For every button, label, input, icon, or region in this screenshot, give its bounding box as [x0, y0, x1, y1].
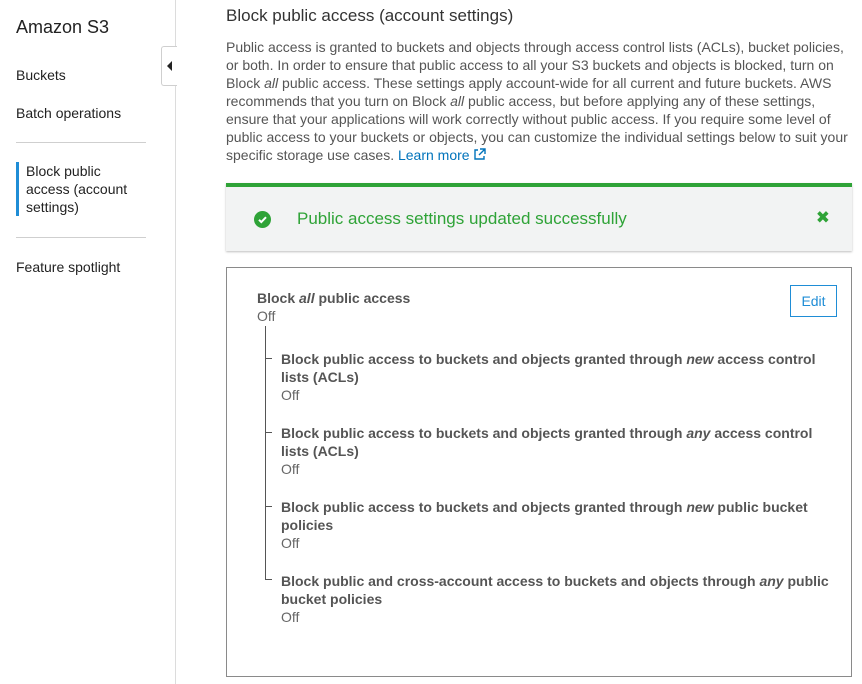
- learn-more-link[interactable]: Learn more: [398, 147, 470, 163]
- external-link-icon: [473, 148, 486, 160]
- sidebar-collapse-button[interactable]: [161, 46, 177, 86]
- edit-button[interactable]: Edit: [790, 285, 837, 317]
- setting-value: Off: [281, 387, 300, 403]
- sidebar-brand[interactable]: Amazon S3: [16, 17, 109, 38]
- sidebar-item-feature-spotlight[interactable]: Feature spotlight: [16, 259, 120, 275]
- tree-branch: [265, 358, 272, 359]
- setting-value: Off: [281, 535, 300, 551]
- tree-branch: [265, 432, 272, 433]
- setting-value: Off: [281, 461, 300, 477]
- setting-label: Block public and cross-account access to…: [281, 573, 829, 607]
- sidebar-item-buckets[interactable]: Buckets: [16, 67, 66, 83]
- setting-label: Block public access to buckets and objec…: [281, 425, 813, 459]
- success-alert: Public access settings updated successfu…: [226, 183, 852, 251]
- setting-value: Off: [281, 609, 300, 625]
- chevron-left-icon: [167, 61, 172, 71]
- tree-branch: [265, 579, 272, 580]
- setting-new-bucket-policies: Block public access to buckets and objec…: [281, 498, 841, 552]
- setting-label: Block public access to buckets and objec…: [281, 351, 816, 385]
- sidebar-divider: [16, 142, 146, 143]
- sidebar-item-batch-operations[interactable]: Batch operations: [16, 105, 121, 121]
- block-all-label: Block all public access: [257, 290, 411, 306]
- setting-any-acls: Block public access to buckets and objec…: [281, 424, 841, 478]
- setting-any-bucket-policies: Block public and cross-account access to…: [281, 572, 841, 626]
- setting-new-acls: Block public access to buckets and objec…: [281, 350, 841, 404]
- tree-branch: [265, 506, 272, 507]
- check-circle-icon: [254, 211, 271, 228]
- sidebar: Amazon S3 Buckets Batch operations Block…: [0, 0, 176, 684]
- page-title: Block public access (account settings): [226, 6, 514, 25]
- sidebar-divider: [16, 237, 146, 238]
- settings-panel: Edit Block all public access Off Block p…: [226, 267, 852, 677]
- alert-message: Public access settings updated successfu…: [297, 209, 627, 228]
- tree-connector: [265, 326, 266, 579]
- intro-text: Public access is granted to buckets and …: [226, 39, 848, 163]
- close-icon[interactable]: ✖: [816, 208, 830, 228]
- block-all-value: Off: [257, 308, 276, 324]
- setting-label: Block public access to buckets and objec…: [281, 499, 808, 533]
- sidebar-item-block-public-access[interactable]: Block public access (account settings): [16, 162, 146, 216]
